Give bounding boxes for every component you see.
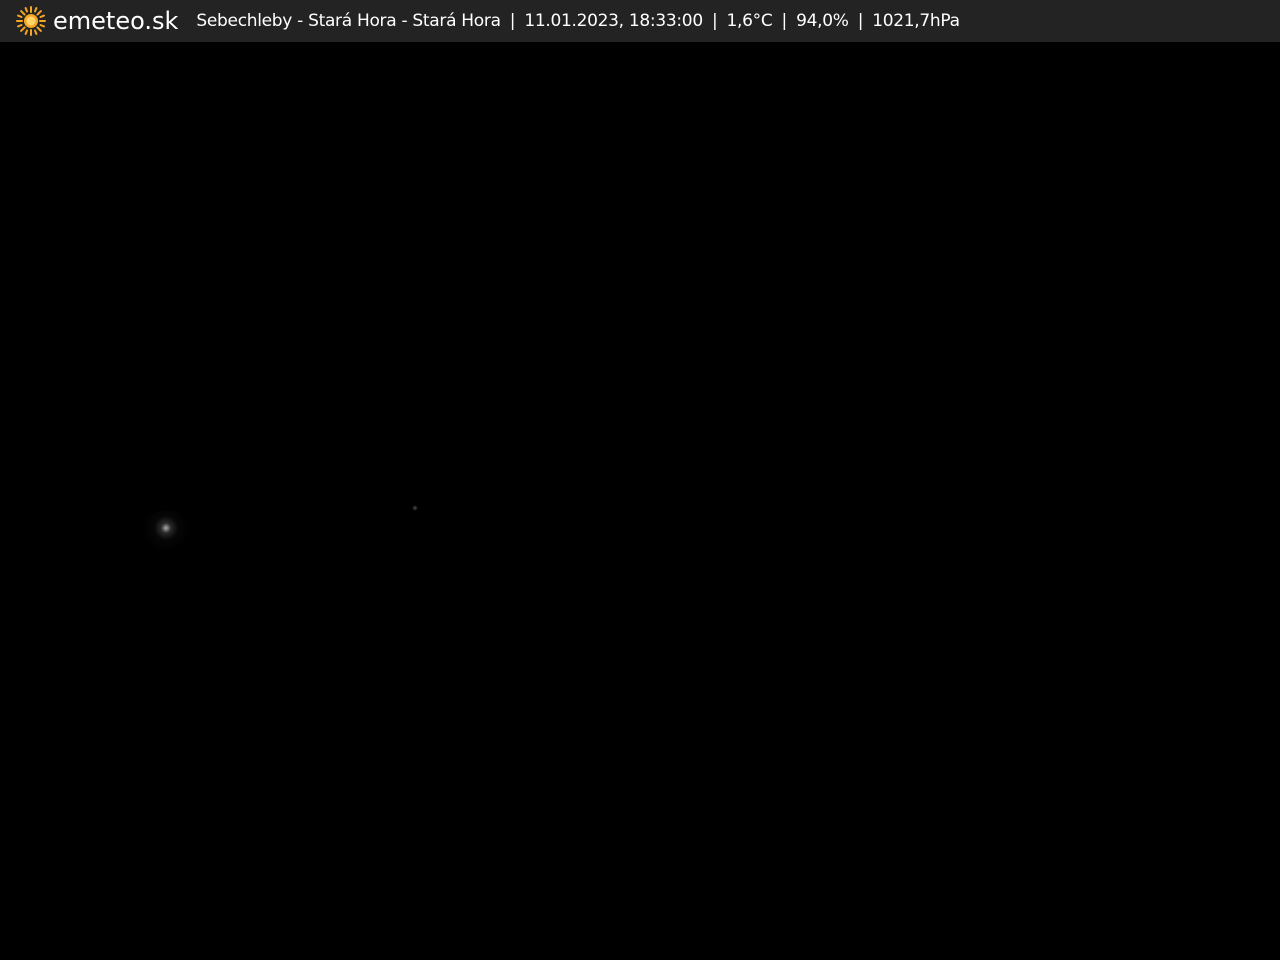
separator: |: [857, 11, 864, 31]
pressure-value: 1021,7hPa: [872, 11, 960, 31]
temperature-value: 1,6°C: [726, 11, 773, 31]
logo: emeteo.sk: [15, 0, 178, 42]
webcam-night-image: [0, 42, 1280, 960]
location-name: Sebechleby - Stará Hora - Stará Hora: [196, 11, 501, 31]
humidity-value: 94,0%: [796, 11, 849, 31]
header-bar: emeteo.sk Sebechleby - Stará Hora - Star…: [0, 0, 1280, 42]
separator: |: [781, 11, 788, 31]
brand-name: emeteo.sk: [53, 7, 179, 35]
separator: |: [509, 11, 516, 31]
webcam-frame: emeteo.sk Sebechleby - Stará Hora - Star…: [0, 0, 1280, 960]
timestamp: 11.01.2023, 18:33:00: [524, 11, 703, 31]
webcam-caption: Sebechleby - Stará Hora - Stará Hora | 1…: [196, 0, 960, 42]
separator: |: [711, 11, 718, 31]
sun-icon: [16, 6, 46, 36]
distant-light-small: [412, 505, 418, 511]
distant-light: [140, 510, 190, 550]
